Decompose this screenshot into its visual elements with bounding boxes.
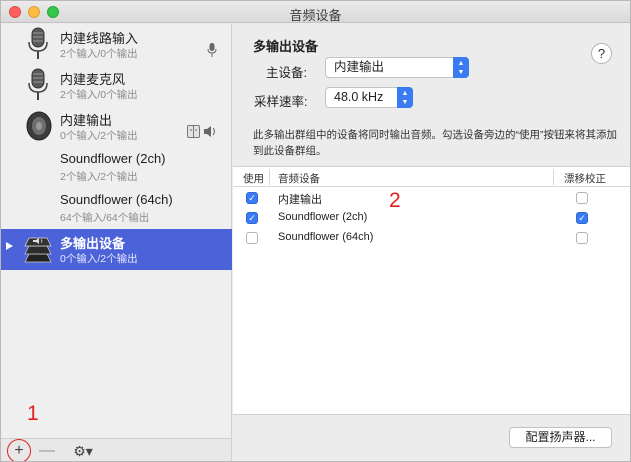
master-device-select[interactable]: 内建输出 ▲ ▼ <box>325 57 469 78</box>
microphone-icon <box>28 27 48 59</box>
master-device-label: 主设备: <box>266 66 307 80</box>
device-name: 内建输出 <box>60 113 113 128</box>
configure-speakers-button[interactable]: 配置扬声器... <box>509 427 612 448</box>
device-item-multi-output[interactable]: 多输出设备 0个输入/2个输出 <box>1 229 232 270</box>
drift-checkbox[interactable]: ✓ <box>576 212 588 224</box>
device-channels: 2个输入/0个输出 <box>60 89 138 101</box>
device-item-soundflower-2ch[interactable]: Soundflower (2ch) 2个输入/2个输出 <box>1 147 232 188</box>
device-channels: 0个输入/2个输出 <box>60 253 138 265</box>
column-use[interactable]: 使用 <box>243 171 264 186</box>
chevron-updown-icon: ▲ ▼ <box>397 87 413 108</box>
title-bar: 音频设备 <box>1 1 630 23</box>
microphone-icon <box>28 68 48 100</box>
device-name: 内建线路输入 <box>60 31 139 46</box>
detail-title: 多输出设备 <box>253 39 319 54</box>
device-name: Soundflower (64ch) <box>60 192 173 207</box>
remove-device-button[interactable]: — <box>37 441 57 461</box>
device-channels: 64个输入/64个输出 <box>60 212 150 224</box>
table-row: ✓ Soundflower (2ch) ✓ <box>233 208 630 228</box>
window-title: 音频设备 <box>289 8 342 23</box>
sample-rate-label: 采样速率: <box>254 95 308 109</box>
microphone-small-icon <box>207 43 217 57</box>
help-button[interactable]: ? <box>591 43 612 64</box>
description-text: 此多输出群组中的设备将同时输出音频。勾选设备旁边的“使用”按钮来将其添加到此设备… <box>253 129 617 157</box>
use-checkbox[interactable]: ✓ <box>246 192 258 204</box>
device-detail-pane: 多输出设备 ? 主设备: 内建输出 ▲ ▼ 采样速率: 48.0 kHz ▲ ▼ 此… <box>233 24 630 461</box>
audio-devices-window: 音频设备 内建线路输入 2个输入/0个输出 内建麦克风 2个输入/0个输出 内建… <box>0 0 631 462</box>
column-drift-correction[interactable]: 漂移校正 <box>564 171 606 186</box>
sidebar-toolbar: + — ⚙▾ <box>1 438 232 461</box>
annotation-circle <box>7 439 31 461</box>
use-checkbox[interactable] <box>246 232 258 244</box>
device-item-soundflower-64ch[interactable]: Soundflower (64ch) 64个输入/64个输出 <box>1 188 232 229</box>
row-device-name: 内建输出 <box>278 194 322 206</box>
row-device-name: Soundflower (2ch) <box>278 211 368 223</box>
multi-output-icon <box>24 237 52 263</box>
annotation-number-2: 2 <box>389 189 401 212</box>
gear-menu-button[interactable]: ⚙▾ <box>67 441 99 461</box>
master-device-value: 内建输出 <box>334 60 385 74</box>
column-divider <box>553 169 554 185</box>
device-list: 内建线路输入 2个输入/0个输出 内建麦克风 2个输入/0个输出 内建输出 0个… <box>1 24 232 438</box>
disclosure-triangle-icon[interactable] <box>6 242 13 250</box>
table-row: ✓ 内建输出 <box>233 188 630 208</box>
device-item-builtin-line-in[interactable]: 内建线路输入 2个输入/0个输出 <box>1 24 232 65</box>
annotation-number-1: 1 <box>27 402 39 425</box>
use-checkbox[interactable]: ✓ <box>246 212 258 224</box>
device-channels: 0个输入/2个输出 <box>60 130 138 142</box>
table-header: 使用 音频设备 漂移校正 <box>233 167 630 187</box>
sample-rate-select[interactable]: 48.0 kHz ▲ ▼ <box>325 87 413 108</box>
finder-speaker-icon <box>187 125 215 138</box>
device-name: Soundflower (2ch) <box>60 151 166 166</box>
sample-rate-value: 48.0 kHz <box>334 90 384 104</box>
column-divider <box>269 169 270 185</box>
device-table: 使用 音频设备 漂移校正 ✓ 内建输出 ✓ Soundflower (2ch) … <box>233 166 630 415</box>
device-item-builtin-output[interactable]: 内建输出 0个输入/2个输出 <box>1 106 232 147</box>
drift-checkbox[interactable] <box>576 192 588 204</box>
device-channels: 2个输入/2个输出 <box>60 171 138 183</box>
device-name: 内建麦克风 <box>60 72 126 87</box>
row-device-name: Soundflower (64ch) <box>278 231 374 243</box>
drift-checkbox[interactable] <box>576 232 588 244</box>
device-name: 多输出设备 <box>60 236 126 251</box>
chevron-updown-icon: ▲ ▼ <box>453 57 469 78</box>
device-channels: 2个输入/0个输出 <box>60 48 138 60</box>
device-item-builtin-microphone[interactable]: 内建麦克风 2个输入/0个输出 <box>1 65 232 106</box>
table-row: Soundflower (64ch) <box>233 228 630 248</box>
column-audio-device[interactable]: 音频设备 <box>278 171 320 186</box>
speaker-icon <box>26 111 52 141</box>
